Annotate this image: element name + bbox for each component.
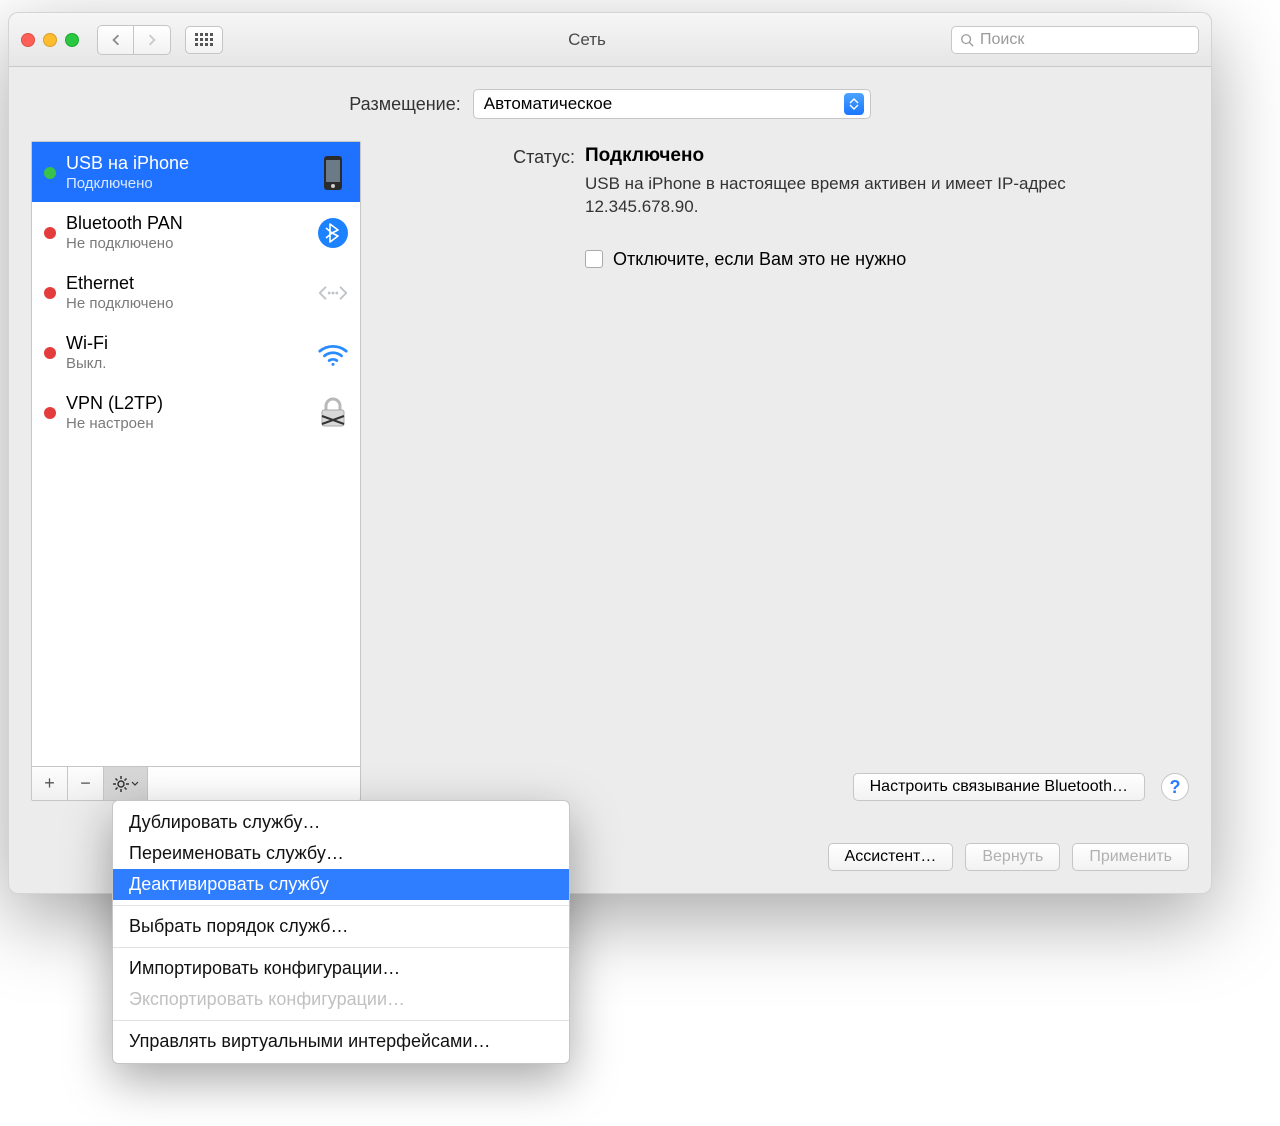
main-row: USB на iPhone Подключено Bluetooth PAN Н… <box>31 141 1189 801</box>
location-value: Автоматическое <box>484 94 844 114</box>
search-input[interactable]: Поиск <box>951 26 1199 54</box>
apply-button[interactable]: Применить <box>1072 843 1189 871</box>
lock-icon <box>316 396 350 430</box>
services-sidebar: USB на iPhone Подключено Bluetooth PAN Н… <box>31 141 361 801</box>
disable-checkbox-label: Отключите, если Вам это не нужно <box>613 249 906 270</box>
service-item-usb-iphone[interactable]: USB на iPhone Подключено <box>32 142 360 202</box>
location-label: Размещение: <box>349 94 460 115</box>
add-service-button[interactable]: + <box>32 767 68 800</box>
grid-icon <box>195 33 213 46</box>
service-status: Подключено <box>66 175 306 193</box>
service-name: Wi-Fi <box>66 333 306 355</box>
service-actions-button[interactable] <box>104 767 148 800</box>
search-placeholder: Поиск <box>980 31 1024 49</box>
service-status: Не настроен <box>66 415 306 433</box>
status-dot-icon <box>44 287 56 299</box>
chevron-left-icon <box>110 34 122 46</box>
close-window-button[interactable] <box>21 33 35 47</box>
assistant-button[interactable]: Ассистент… <box>828 843 954 871</box>
traffic-lights <box>21 33 79 47</box>
zoom-window-button[interactable] <box>65 33 79 47</box>
services-list: USB на iPhone Подключено Bluetooth PAN Н… <box>32 142 360 766</box>
chevron-down-icon <box>131 781 139 786</box>
detail-pane: Статус: Подключено USB на iPhone в насто… <box>385 141 1189 801</box>
service-name: VPN (L2TP) <box>66 393 306 415</box>
service-item-ethernet[interactable]: Ethernet Не подключено <box>32 262 360 322</box>
service-name: Bluetooth PAN <box>66 213 306 235</box>
menu-deactivate-service[interactable]: Деактивировать службу <box>113 869 569 900</box>
menu-set-order[interactable]: Выбрать порядок служб… <box>113 911 569 942</box>
service-item-bluetooth-pan[interactable]: Bluetooth PAN Не подключено <box>32 202 360 262</box>
service-item-wifi[interactable]: Wi-Fi Выкл. <box>32 322 360 382</box>
location-select[interactable]: Автоматическое <box>473 89 871 119</box>
status-label: Статус: <box>385 145 575 168</box>
titlebar: Сеть Поиск <box>9 13 1211 67</box>
minimize-window-button[interactable] <box>43 33 57 47</box>
service-name: Ethernet <box>66 273 306 295</box>
menu-separator <box>113 1020 569 1021</box>
back-button[interactable] <box>98 26 134 54</box>
status-dot-icon <box>44 227 56 239</box>
gear-icon <box>113 776 129 792</box>
service-name: USB на iPhone <box>66 153 306 175</box>
search-icon <box>960 33 974 47</box>
network-prefs-window: Сеть Поиск Размещение: Автоматическое <box>8 12 1212 894</box>
status-value: Подключено <box>585 145 1181 167</box>
help-button[interactable]: ? <box>1161 773 1189 801</box>
remove-service-button[interactable]: − <box>68 767 104 800</box>
menu-duplicate-service[interactable]: Дублировать службу… <box>113 807 569 838</box>
menu-import-config[interactable]: Импортировать конфигурации… <box>113 953 569 984</box>
service-actions-menu: Дублировать службу… Переименовать службу… <box>112 800 570 1064</box>
menu-rename-service[interactable]: Переименовать службу… <box>113 838 569 869</box>
show-all-button[interactable] <box>185 26 223 54</box>
disable-checkbox-row: Отключите, если Вам это не нужно <box>585 249 1181 270</box>
disable-checkbox[interactable] <box>585 250 603 268</box>
nav-back-forward <box>97 25 171 55</box>
service-status: Не подключено <box>66 295 306 313</box>
revert-button[interactable]: Вернуть <box>965 843 1060 871</box>
menu-separator <box>113 947 569 948</box>
service-status: Не подключено <box>66 235 306 253</box>
service-status: Выкл. <box>66 355 306 373</box>
configure-bluetooth-button[interactable]: Настроить связывание Bluetooth… <box>853 773 1145 801</box>
status-dot-icon <box>44 407 56 419</box>
status-description: USB на iPhone в настоящее время активен … <box>585 174 1066 216</box>
sidebar-footer: + − <box>32 766 360 800</box>
forward-button[interactable] <box>134 26 170 54</box>
location-row: Размещение: Автоматическое <box>31 89 1189 119</box>
ethernet-icon <box>316 279 350 307</box>
chevron-right-icon <box>146 34 158 46</box>
menu-manage-virtual[interactable]: Управлять виртуальными интерфейсами… <box>113 1026 569 1057</box>
updown-arrows-icon <box>844 93 864 115</box>
content-area: Размещение: Автоматическое USB на iPhone… <box>9 67 1211 893</box>
menu-separator <box>113 905 569 906</box>
bluetooth-icon <box>316 217 350 249</box>
window-title: Сеть <box>231 30 943 50</box>
service-item-vpn[interactable]: VPN (L2TP) Не настроен <box>32 382 360 442</box>
status-dot-icon <box>44 167 56 179</box>
status-dot-icon <box>44 347 56 359</box>
wifi-icon <box>316 339 350 367</box>
menu-export-config: Экспортировать конфигурации… <box>113 984 569 1015</box>
iphone-icon <box>316 155 350 191</box>
status-row: Статус: Подключено USB на iPhone в насто… <box>385 145 1181 219</box>
